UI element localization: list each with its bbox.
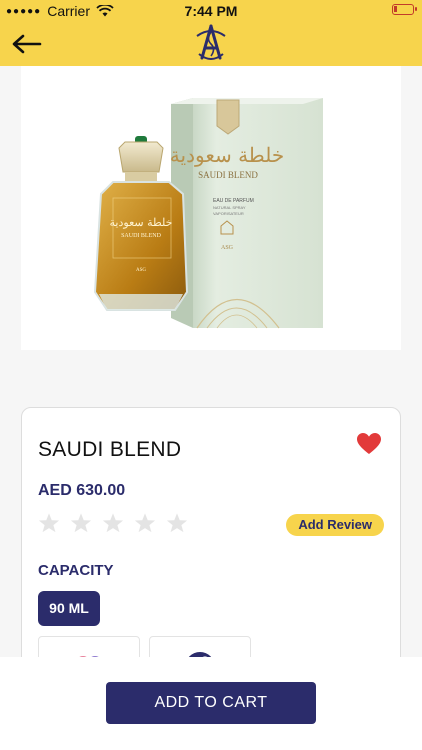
box-brand: ASG [221, 245, 234, 251]
star-icon[interactable] [70, 512, 92, 534]
perfume-illustration: خلطة سعودية SAUDI BLEND EAU DE PARFUM NA… [93, 98, 323, 329]
brand-logo [196, 24, 226, 60]
status-time: 7:44 PM [184, 3, 238, 19]
bottle-brand: ASG [136, 268, 146, 273]
bottle-arabic-name: خلطة سعودية [110, 216, 173, 229]
app-header: ●●●●● Carrier 7:44 PM [0, 0, 422, 66]
box-type: EAU DE PARFUM [213, 198, 254, 204]
product-image: خلطة سعودية SAUDI BLEND EAU DE PARFUM NA… [21, 66, 401, 350]
bottle-product-name: SAUDI BLEND [121, 233, 161, 239]
capacity-option-90ml[interactable]: 90 ML [38, 591, 100, 626]
bottom-bar: ADD TO CART [0, 657, 422, 750]
box-product-name: SAUDI BLEND [198, 170, 258, 180]
arrow-left-icon[interactable] [10, 30, 44, 58]
capacity-label: CAPACITY [38, 562, 114, 579]
box-spray: NATURAL SPRAY [213, 205, 246, 210]
star-icon[interactable] [38, 512, 60, 534]
add-to-cart-button[interactable]: ADD TO CART [106, 682, 316, 724]
product-price: AED 630.00 [38, 482, 126, 499]
status-bar: ●●●●● Carrier 7:44 PM [0, 0, 422, 22]
product-name: SAUDI BLEND [38, 438, 182, 461]
box-arabic-name: خلطة سعودية [170, 143, 284, 167]
heart-icon[interactable] [356, 432, 382, 456]
star-icon[interactable] [134, 512, 156, 534]
add-review-button[interactable]: Add Review [286, 514, 384, 536]
star-icon[interactable] [166, 512, 188, 534]
box-spray-fr: VAPORISATEUR [213, 211, 244, 216]
battery-icon [392, 4, 417, 15]
star-icon[interactable] [102, 512, 124, 534]
rating-stars[interactable] [38, 512, 188, 534]
